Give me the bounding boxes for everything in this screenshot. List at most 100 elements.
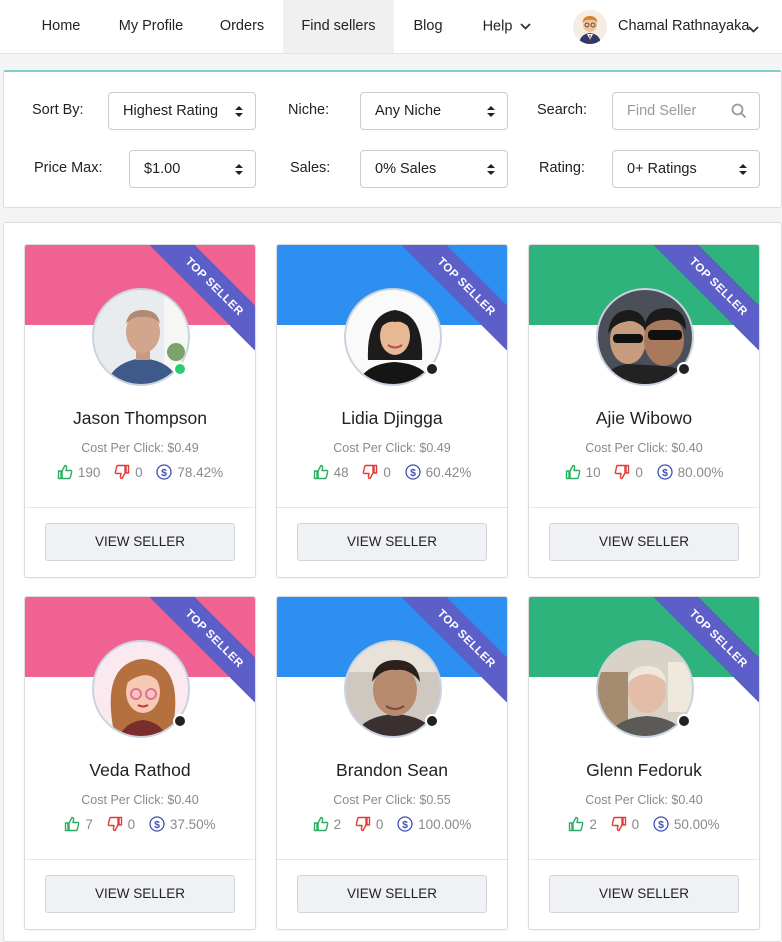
thumbs-up-icon bbox=[65, 816, 80, 832]
search-placeholder: Find Seller bbox=[627, 103, 697, 119]
success-rate: 37.50% bbox=[169, 817, 216, 832]
svg-text:$: $ bbox=[662, 467, 668, 479]
badge-text: TOP SELLER bbox=[686, 255, 750, 319]
nav-find-sellers[interactable]: Find sellers bbox=[283, 0, 394, 53]
seller-name[interactable]: Veda Rathod bbox=[25, 760, 255, 781]
seller-card: TOP SELLER Ajie Wibowo Cost Per Click: $… bbox=[528, 244, 760, 578]
card-divider bbox=[277, 507, 507, 508]
likes-count: 2 bbox=[333, 817, 342, 832]
dollar-circle-icon: $ bbox=[156, 464, 173, 480]
nav-my-profile[interactable]: My Profile bbox=[101, 0, 201, 53]
dislikes-count: 0 bbox=[635, 465, 643, 480]
niche-value: Any Niche bbox=[375, 103, 442, 119]
seller-name[interactable]: Ajie Wibowo bbox=[529, 408, 759, 429]
view-seller-button[interactable]: VIEW SELLER bbox=[549, 523, 739, 561]
dislikes-count: 0 bbox=[383, 465, 391, 480]
badge-text: TOP SELLER bbox=[434, 255, 498, 319]
nav-help-label: Help bbox=[482, 18, 513, 35]
status-indicator bbox=[677, 714, 691, 728]
thumbs-up-icon bbox=[313, 816, 328, 832]
status-indicator bbox=[425, 714, 439, 728]
success-rate: 100.00% bbox=[418, 817, 472, 832]
seller-stats: 48 0 $60.42% bbox=[277, 464, 507, 480]
likes-count: 7 bbox=[85, 817, 93, 832]
likes-stat: 2 bbox=[313, 816, 342, 832]
price-max-select[interactable]: $1.00 bbox=[129, 150, 256, 188]
view-seller-button[interactable]: VIEW SELLER bbox=[297, 875, 487, 913]
likes-count: 190 bbox=[77, 465, 101, 480]
view-seller-button[interactable]: VIEW SELLER bbox=[549, 875, 739, 913]
dislikes-stat: 0 bbox=[107, 816, 135, 832]
dislikes-count: 0 bbox=[135, 465, 143, 480]
select-arrows-icon bbox=[487, 164, 495, 175]
view-seller-button[interactable]: VIEW SELLER bbox=[45, 523, 235, 561]
search-icon bbox=[731, 103, 747, 119]
dollar-circle-icon: $ bbox=[397, 816, 413, 832]
thumbs-up-icon bbox=[313, 464, 328, 480]
sort-by-label: Sort By: bbox=[32, 102, 84, 118]
nav-help[interactable]: Help bbox=[462, 0, 552, 53]
cost-per-click: Cost Per Click: $0.49 bbox=[81, 441, 199, 455]
dislikes-stat: 0 bbox=[355, 816, 383, 832]
search-input[interactable]: Find Seller bbox=[612, 92, 760, 130]
seller-card: TOP SELLER Glenn Fedoruk Cost Per Click:… bbox=[528, 596, 760, 930]
rating-value: 0+ Ratings bbox=[627, 161, 697, 177]
rate-stat: $78.42% bbox=[156, 464, 223, 480]
niche-select[interactable]: Any Niche bbox=[360, 92, 508, 130]
thumbs-down-icon bbox=[611, 816, 626, 832]
svg-text:$: $ bbox=[410, 467, 416, 479]
card-divider bbox=[25, 507, 255, 508]
likes-count: 2 bbox=[589, 817, 597, 832]
status-indicator bbox=[173, 362, 187, 376]
view-seller-button[interactable]: VIEW SELLER bbox=[45, 875, 235, 913]
nav-orders[interactable]: Orders bbox=[201, 0, 283, 53]
thumbs-down-icon bbox=[614, 464, 630, 480]
dislikes-stat: 0 bbox=[611, 816, 639, 832]
nav-home[interactable]: Home bbox=[21, 0, 101, 53]
svg-text:$: $ bbox=[402, 819, 408, 831]
seller-stats: 190 0 $78.42% bbox=[25, 464, 255, 480]
thumbs-up-icon bbox=[565, 464, 580, 480]
rating-select[interactable]: 0+ Ratings bbox=[612, 150, 760, 188]
user-avatar[interactable] bbox=[573, 10, 607, 44]
chevron-down-icon[interactable] bbox=[748, 20, 759, 38]
chevron-down-icon bbox=[520, 0, 532, 53]
cost-per-click: Cost Per Click: $0.40 bbox=[585, 441, 703, 455]
badge-text: TOP SELLER bbox=[182, 255, 246, 319]
thumbs-down-icon bbox=[355, 816, 371, 832]
card-divider bbox=[529, 859, 759, 860]
thumbs-up-icon bbox=[569, 816, 584, 832]
card-divider bbox=[25, 859, 255, 860]
seller-name[interactable]: Brandon Sean bbox=[277, 760, 507, 781]
thumbs-down-icon bbox=[107, 816, 122, 832]
likes-stat: 190 bbox=[57, 464, 101, 480]
dislikes-stat: 0 bbox=[614, 464, 643, 480]
dollar-circle-icon: $ bbox=[653, 816, 669, 832]
niche-label: Niche: bbox=[288, 102, 330, 118]
dollar-circle-icon: $ bbox=[149, 816, 165, 832]
card-divider bbox=[529, 507, 759, 508]
sales-select[interactable]: 0% Sales bbox=[360, 150, 508, 188]
seller-grid: TOP SELLER Jason Thompson Cost Per Click… bbox=[3, 222, 782, 942]
likes-count: 48 bbox=[333, 465, 349, 480]
badge-text: TOP SELLER bbox=[182, 607, 246, 671]
nav-blog[interactable]: Blog bbox=[394, 0, 462, 53]
select-arrows-icon bbox=[235, 106, 243, 117]
sort-by-select[interactable]: Highest Rating bbox=[108, 92, 256, 130]
cost-per-click: Cost Per Click: $0.55 bbox=[333, 793, 451, 807]
view-seller-button[interactable]: VIEW SELLER bbox=[297, 523, 487, 561]
svg-text:$: $ bbox=[161, 467, 167, 479]
status-indicator bbox=[425, 362, 439, 376]
seller-name[interactable]: Jason Thompson bbox=[25, 408, 255, 429]
sales-label: Sales: bbox=[290, 160, 331, 176]
cost-per-click: Cost Per Click: $0.40 bbox=[585, 793, 703, 807]
seller-card: TOP SELLER Lidia Djingga Cost Per Click:… bbox=[276, 244, 508, 578]
seller-name[interactable]: Glenn Fedoruk bbox=[529, 760, 759, 781]
seller-stats: 2 0 $100.00% bbox=[277, 816, 507, 832]
user-name[interactable]: Chamal Rathnayaka bbox=[618, 0, 749, 53]
likes-stat: 2 bbox=[568, 816, 597, 832]
seller-name[interactable]: Lidia Djingga bbox=[277, 408, 507, 429]
rate-stat: $50.00% bbox=[653, 816, 720, 832]
seller-stats: 2 0 $50.00% bbox=[529, 816, 759, 832]
badge-text: TOP SELLER bbox=[434, 607, 498, 671]
